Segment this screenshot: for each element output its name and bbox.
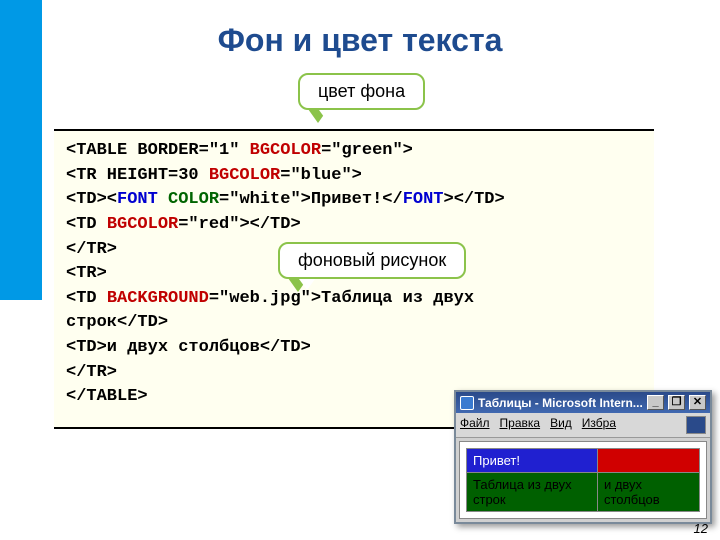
menu-fav[interactable]: Избра (582, 416, 616, 434)
table-cell (597, 449, 699, 473)
close-button[interactable]: ✕ (689, 395, 706, 410)
browser-window: Таблицы - Microsoft Intern... _ ❐ ✕ Файл… (454, 390, 712, 524)
minimize-button[interactable]: _ (647, 395, 664, 410)
titlebar: Таблицы - Microsoft Intern... _ ❐ ✕ (456, 392, 710, 413)
table-cell: и двух столбцов (597, 473, 699, 512)
demo-table: Привет! Таблица из двух строк и двух сто… (466, 448, 700, 512)
menu-edit[interactable]: Правка (500, 416, 541, 434)
ie-logo-icon (686, 416, 706, 434)
table-cell: Таблица из двух строк (467, 473, 598, 512)
page-number: 12 (694, 521, 708, 536)
menu-view[interactable]: Вид (550, 416, 572, 434)
table-cell: Привет! (467, 449, 598, 473)
maximize-button[interactable]: ❐ (668, 395, 685, 410)
ie-icon (460, 396, 474, 410)
browser-content: Привет! Таблица из двух строк и двух сто… (459, 441, 707, 519)
window-title: Таблицы - Microsoft Intern... (478, 396, 643, 410)
page-title: Фон и цвет текста (0, 22, 720, 59)
callout-label: фоновый рисунок (278, 242, 466, 279)
menubar: Файл Правка Вид Избра (456, 413, 710, 438)
callout-label: цвет фона (298, 73, 425, 110)
callout-background: фоновый рисунок (278, 242, 466, 292)
callout-bgcolor: цвет фона (298, 73, 425, 123)
menu-file[interactable]: Файл (460, 416, 490, 434)
